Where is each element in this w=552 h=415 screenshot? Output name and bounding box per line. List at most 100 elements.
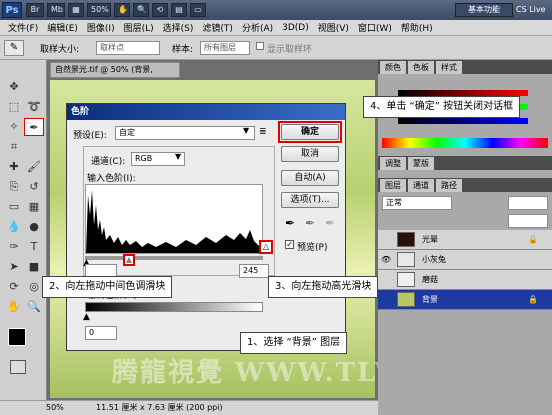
highlight-slider-handle[interactable]: △ <box>259 240 273 254</box>
visibility-toggle-icon[interactable] <box>381 235 391 245</box>
auto-button[interactable]: 自动(A) <box>281 170 339 186</box>
show-ring-checkbox[interactable] <box>256 42 264 50</box>
visibility-toggle-icon[interactable]: 👁 <box>381 255 391 265</box>
eyedropper-tool-icon[interactable]: ✒ <box>24 118 44 136</box>
channel-dropdown-arrow-icon[interactable]: ▼ <box>175 152 181 161</box>
color-spectrum-ramp[interactable] <box>382 138 548 148</box>
type-tool-icon[interactable]: T <box>24 238 44 256</box>
zoom-readout[interactable]: 50% <box>46 401 64 414</box>
ok-button-highlight <box>278 121 342 143</box>
midtone-slider-handle[interactable]: ▲ <box>123 254 135 266</box>
blend-mode-select[interactable]: 正常 <box>382 196 452 210</box>
clone-stamp-tool-icon[interactable]: ⎘ <box>4 178 24 196</box>
hand-tool-icon[interactable]: ✋ <box>4 298 24 316</box>
move-tool-icon[interactable]: ✥ <box>4 78 24 96</box>
menu-filter[interactable]: 滤镜(T) <box>202 21 233 34</box>
minibridge-icon[interactable]: Mb <box>47 3 65 17</box>
blue-slider[interactable] <box>398 118 528 124</box>
menu-window[interactable]: 窗口(W) <box>358 21 392 34</box>
layer-row-background[interactable]: 背景 🔒 <box>378 290 552 310</box>
preset-dropdown-arrow-icon[interactable]: ▼ <box>243 126 249 135</box>
zoom-level-menu[interactable]: 50% <box>87 3 111 17</box>
foreground-color-swatch[interactable] <box>8 328 26 346</box>
hand-tool-icon[interactable]: ✋ <box>114 3 130 17</box>
layer-row-guangyun[interactable]: 光晕 🔒 <box>378 230 552 250</box>
marquee-tool-icon[interactable]: ⬚ <box>4 98 24 116</box>
layer-name: 背景 <box>422 295 438 304</box>
layer-row-xiaohuitu[interactable]: 👁 小灰兔 <box>378 250 552 270</box>
crop-tool-icon[interactable]: ⌗ <box>4 138 24 156</box>
preset-select[interactable]: 自定 <box>115 126 255 140</box>
document-tab[interactable]: 自然景光.tif @ 50% (背景, RGB/8) <box>50 62 180 88</box>
tab-layers[interactable]: 图层 <box>380 179 406 192</box>
history-brush-tool-icon[interactable]: ↺ <box>24 178 44 196</box>
menu-edit[interactable]: 编辑(E) <box>47 21 78 34</box>
output-gradient-bar <box>85 302 263 312</box>
menu-select[interactable]: 选择(S) <box>163 21 194 34</box>
layer-row-mogu[interactable]: 磨菇 <box>378 270 552 290</box>
preset-options-icon[interactable]: ≣ <box>259 127 267 137</box>
arrange-documents-icon[interactable]: ▤ <box>171 3 187 17</box>
zoom-tool-icon[interactable]: 🔍 <box>24 298 44 316</box>
dodge-tool-icon[interactable]: ● <box>24 218 44 236</box>
output-shadow-field[interactable]: 0 <box>85 326 117 340</box>
menu-3d[interactable]: 3D(D) <box>282 23 309 33</box>
pen-tool-icon[interactable]: ✑ <box>4 238 24 256</box>
cs-live-button[interactable]: CS Live <box>516 3 550 17</box>
blur-tool-icon[interactable]: 💧 <box>4 218 24 236</box>
tab-channels[interactable]: 通道 <box>408 179 434 192</box>
menu-image[interactable]: 图像(I) <box>87 21 115 34</box>
tab-adjustments[interactable]: 调整 <box>380 157 406 170</box>
eyedropper-tool-preset-icon[interactable]: ✎ <box>4 40 24 56</box>
callout-step3: 3、向左拖动高光滑块 <box>268 276 379 298</box>
brush-tool-icon[interactable]: 🖌 <box>24 158 44 176</box>
menu-help[interactable]: 帮助(H) <box>401 21 433 34</box>
workspace-essentials-button[interactable]: 基本功能 <box>455 3 513 17</box>
black-point-eyedropper-icon[interactable]: ✒ <box>285 216 295 230</box>
sample-size-select[interactable]: 取样点 <box>96 41 160 55</box>
gradient-tool-icon[interactable]: ▦ <box>24 198 44 216</box>
lock-icon: 🔒 <box>528 235 538 244</box>
menu-layer[interactable]: 图层(L) <box>124 21 154 34</box>
zoom-tool-icon[interactable]: 🔍 <box>133 3 149 17</box>
opacity-field[interactable] <box>508 196 548 210</box>
menu-analysis[interactable]: 分析(A) <box>242 21 273 34</box>
menu-file[interactable]: 文件(F) <box>8 21 38 34</box>
tab-masks[interactable]: 蒙版 <box>408 157 434 170</box>
layer-thumbnail <box>397 292 415 307</box>
show-ring-label: 显示取样环 <box>267 45 313 55</box>
bridge-icon[interactable]: Br <box>26 3 44 17</box>
visibility-toggle-icon[interactable] <box>381 275 391 285</box>
layer-thumbnail <box>397 272 415 287</box>
tab-swatches[interactable]: 色板 <box>408 61 434 74</box>
extras-icon[interactable]: ▦ <box>68 3 84 17</box>
color-panel-tabs: 颜色 色板 样式 <box>378 60 552 74</box>
rotate-view-icon[interactable]: ⟲ <box>152 3 168 17</box>
path-select-tool-icon[interactable]: ➤ <box>4 258 24 276</box>
3d-orbit-tool-icon[interactable]: ◎ <box>24 278 44 296</box>
quick-mask-icon[interactable] <box>10 360 26 374</box>
fill-field[interactable] <box>508 214 548 228</box>
menu-view[interactable]: 视图(V) <box>318 21 349 34</box>
visibility-toggle-icon[interactable] <box>381 295 391 305</box>
output-shadow-slider-handle[interactable]: ▲ <box>83 312 90 322</box>
tab-color[interactable]: 颜色 <box>380 61 406 74</box>
tab-styles[interactable]: 样式 <box>436 61 462 74</box>
document-size-readout: 11.51 厘米 x 7.63 厘米 (200 ppi) <box>96 403 223 412</box>
adjustments-panel-tabs: 调整 蒙版 <box>378 156 552 170</box>
healing-brush-tool-icon[interactable]: ✚ <box>4 158 24 176</box>
lasso-tool-icon[interactable]: ➰ <box>24 98 44 116</box>
shape-tool-icon[interactable]: ■ <box>24 258 44 276</box>
cancel-button[interactable]: 取消 <box>281 146 339 162</box>
input-highlight-field[interactable]: 245 <box>239 264 269 278</box>
3d-rotate-tool-icon[interactable]: ⟳ <box>4 278 24 296</box>
quick-select-tool-icon[interactable]: ✧ <box>4 118 24 136</box>
preview-checkbox[interactable]: ✓ <box>285 240 294 249</box>
sample-layers-select[interactable]: 所有图层 <box>200 41 250 55</box>
options-button[interactable]: 选项(T)... <box>281 192 339 208</box>
gray-point-eyedropper-icon[interactable]: ✒ <box>305 216 315 230</box>
eraser-tool-icon[interactable]: ▭ <box>4 198 24 216</box>
tab-paths[interactable]: 路径 <box>436 179 462 192</box>
white-point-eyedropper-icon[interactable]: ✒ <box>325 216 335 230</box>
screen-mode-icon[interactable]: ▭ <box>190 3 206 17</box>
